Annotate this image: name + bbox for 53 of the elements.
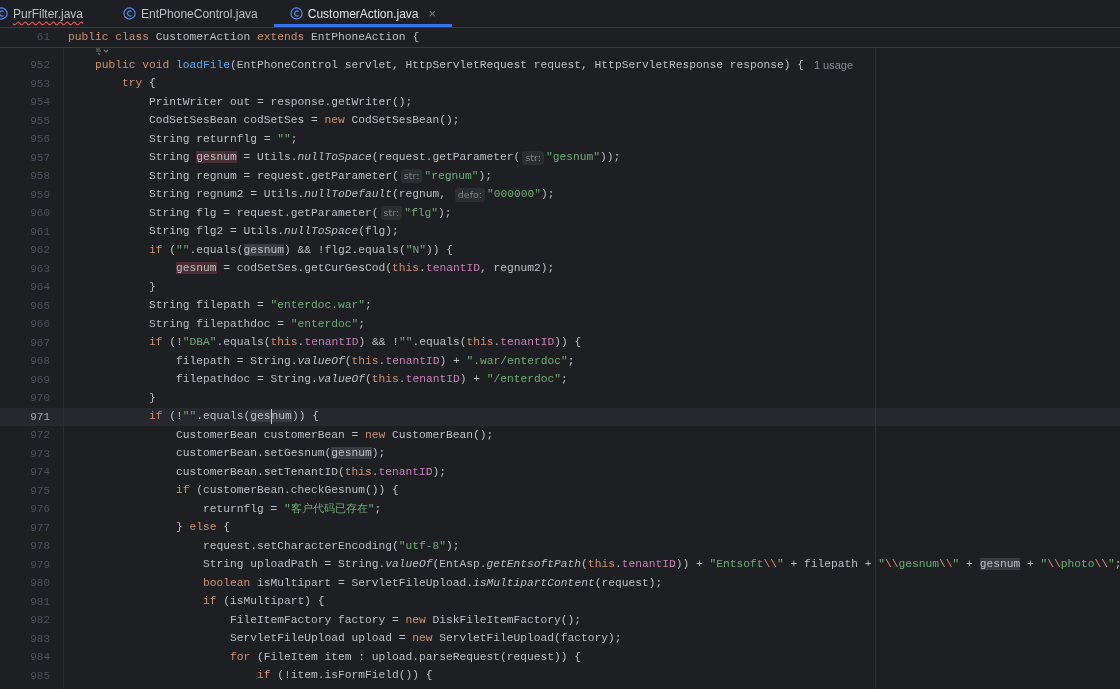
class-icon [123, 7, 137, 20]
code-text: String regnum2 = Utils.nullToDefault(regnum, [148, 187, 448, 203]
code-text: customerBean.setGesnum(gesnum); [175, 446, 386, 462]
code-text: customerBean.setTenantID(this.tenantID); [175, 464, 447, 480]
code-text: } [148, 279, 156, 295]
code-text: FileItemFactory factory = new DiskFileItemFactory(); [229, 612, 582, 628]
code-text: if (!"".equals(ges [148, 409, 271, 425]
code-text: String flg = request.getParameter( [148, 205, 379, 221]
code-text: if ("".equals(gesnum) && !flg2.equals("N")) { [148, 242, 453, 258]
code-text: if (customerBean.checkGesnum()) { [175, 483, 399, 499]
code-text: public class CustomerAction extends EntPhoneAction { [68, 30, 420, 46]
usage-hint[interactable]: 1 usage [813, 57, 854, 74]
parameter-hint: str: [400, 169, 423, 184]
code-text: gesnum = codSetSes.getCurGesCod(this.tenantID, regnum2); [175, 261, 555, 277]
code-text: ServletFileUpload upload = new ServletFileUpload(factory); [229, 631, 622, 647]
code-text: try { [121, 76, 156, 92]
code-text: } [148, 390, 156, 406]
code-text: request.setCharacterEncoding("utf-8"); [202, 538, 460, 554]
parameter-hint: str: [380, 206, 403, 221]
editor-tab[interactable]: EntPhoneControl.java [107, 0, 274, 27]
code-text: String flg2 = Utils.nullToSpace(flg); [148, 224, 399, 240]
code-text: String filepath = "enterdoc.war"; [148, 298, 372, 314]
code-text: for (FileItem item : upload.parseRequest(request)) { [229, 649, 582, 665]
close-button[interactable]: × [428, 3, 437, 24]
code-text: filepath = String.valueOf(this.tenantID) + ".war/enterdoc"; [175, 353, 575, 369]
code-text: CodSetSesBean codSetSes = new CodSetSesBean(); [148, 113, 460, 129]
code-text: PrintWriter out = response.getWriter(); [148, 94, 413, 110]
line-number: 971 [29, 409, 50, 425]
code-text: String uploadPath = String.valueOf(EntAsp.getEntsoftPath(this.tenantID)) + "Entsoft\\" + filepath + "\\gesnum\\" + gesnum + "\\photo\\"; [202, 557, 1120, 573]
code-text: returnflg = "客户代码已存在"; [202, 501, 382, 517]
code-text: "000000"); [487, 187, 555, 203]
parameter-hint: defo: [454, 187, 486, 202]
code-text: String gesnum = Utils.nullToSpace(request.getParameter( [148, 150, 521, 166]
editor-tab[interactable]: PurFilter.java [0, 0, 108, 27]
code-text: if (!item.isFormField()) { [256, 668, 433, 684]
class-icon [289, 7, 303, 20]
parameter-hint: str: [522, 150, 544, 165]
code-text: "gesnum")); [546, 150, 621, 166]
code-text: if (isMultipart) { [202, 594, 325, 610]
code-text: } else { [175, 520, 231, 536]
code-text: CustomerBean customerBean = new CustomerBean(); [175, 427, 494, 443]
code-text: String regnum = request.getParameter( [148, 168, 399, 184]
code-text: if (!"DBA".equals(this.tenantID) && !"".equals(this.tenantID)) { [148, 335, 582, 351]
code-text: num)) { [271, 409, 319, 425]
code-text: boolean isMultipart = ServletFileUpload.isMultipartContent(request); [202, 575, 663, 591]
code-text: filepathdoc = String.valueOf(this.tenantID) + "/enterdoc"; [175, 372, 568, 388]
code-text: public void loadFile(EntPhoneControl servlet, HttpServletRequest request, HttpServletResponse response) { [94, 57, 804, 73]
code-text: String returnflg = ""; [148, 131, 298, 147]
inlay-hint-icon[interactable] [95, 48, 109, 55]
text-cursor [270, 409, 272, 425]
code-text: "regnum"); [424, 168, 492, 184]
code-text: "flg"); [404, 205, 452, 221]
code-text: String filepathdoc = "enterdoc"; [148, 316, 366, 332]
